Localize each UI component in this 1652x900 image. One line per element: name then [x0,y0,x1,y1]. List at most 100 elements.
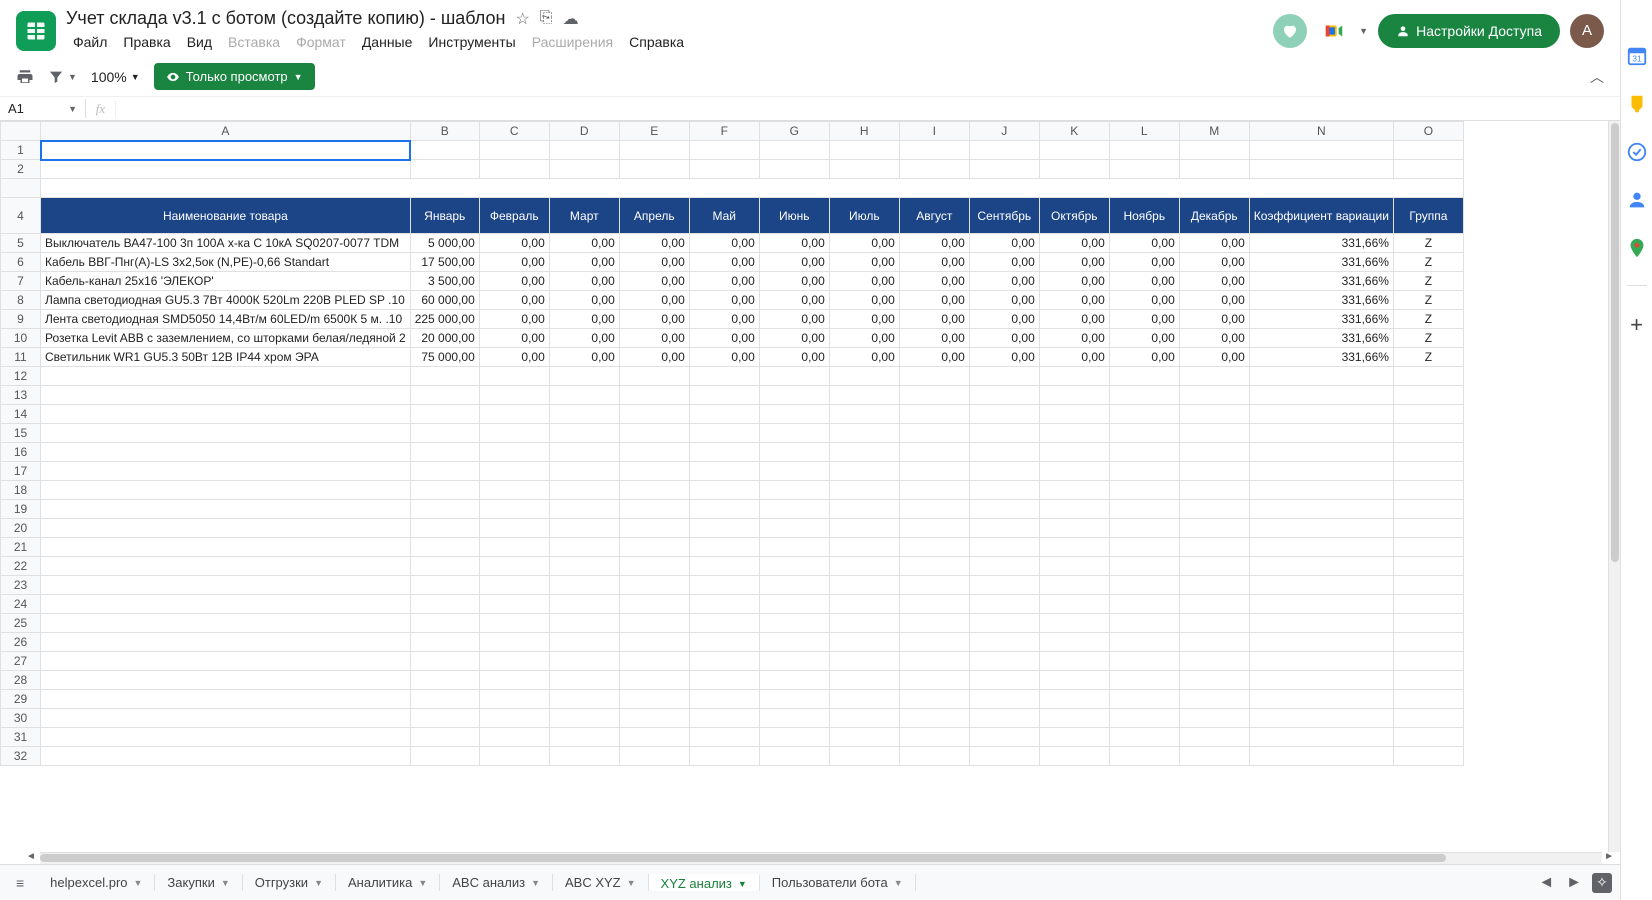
cell[interactable] [1393,519,1463,538]
cell[interactable] [619,462,689,481]
cell[interactable] [899,538,969,557]
cell[interactable] [619,519,689,538]
cell-A1[interactable] [41,141,411,160]
cell[interactable] [1249,671,1393,690]
cell[interactable] [969,614,1039,633]
cell[interactable] [619,405,689,424]
month-value-cell[interactable]: 0,00 [829,329,899,348]
row-header-20[interactable]: 20 [1,519,41,538]
cell[interactable] [689,386,759,405]
col-header-L[interactable]: L [1109,122,1179,141]
cell[interactable] [969,405,1039,424]
cell[interactable] [1249,690,1393,709]
cell[interactable] [1179,633,1249,652]
cell[interactable] [969,633,1039,652]
cell[interactable] [410,405,479,424]
cell[interactable] [899,690,969,709]
cell[interactable] [829,747,899,766]
cell[interactable] [969,500,1039,519]
cell[interactable] [899,405,969,424]
cell[interactable] [1249,500,1393,519]
cell[interactable] [1179,557,1249,576]
month-value-cell[interactable]: 0,00 [1179,272,1249,291]
month-value-cell[interactable]: 0,00 [829,348,899,367]
month-value-cell[interactable]: 0,00 [619,291,689,310]
cell[interactable] [759,576,829,595]
row-header-8[interactable]: 8 [1,291,41,310]
menu-Правка[interactable]: Правка [116,31,177,53]
col-header-D[interactable]: D [549,122,619,141]
cell[interactable] [1249,709,1393,728]
month-value-cell[interactable]: 0,00 [1109,253,1179,272]
coefficient-cell[interactable]: 331,66% [1249,234,1393,253]
row-header-22[interactable]: 22 [1,557,41,576]
menu-Данные[interactable]: Данные [355,31,420,53]
cell[interactable] [1249,576,1393,595]
sheet-tab-dropdown-icon[interactable]: ▼ [418,878,427,888]
cell[interactable] [969,519,1039,538]
formula-input[interactable] [116,97,1620,120]
cell[interactable] [619,481,689,500]
cell[interactable] [549,595,619,614]
table-header-cell[interactable]: Сентябрь [969,198,1039,234]
cell[interactable] [899,367,969,386]
cell[interactable] [969,709,1039,728]
product-name-cell[interactable]: Лампа светодиодная GU5.3 7Вт 4000К 520Lm… [41,291,411,310]
cell[interactable] [759,614,829,633]
group-cell[interactable]: Z [1393,348,1463,367]
cell[interactable] [1179,462,1249,481]
cell[interactable] [549,557,619,576]
cell[interactable] [1109,424,1179,443]
cell[interactable] [549,614,619,633]
cell[interactable] [479,633,549,652]
cell[interactable] [41,519,411,538]
cell[interactable] [1179,500,1249,519]
cell[interactable] [689,671,759,690]
cell[interactable] [759,595,829,614]
table-header-cell[interactable]: Февраль [479,198,549,234]
sheet-tab-dropdown-icon[interactable]: ▼ [738,879,747,889]
cell[interactable] [479,519,549,538]
cell[interactable] [479,690,549,709]
cell[interactable] [759,443,829,462]
month-value-cell[interactable]: 0,00 [969,329,1039,348]
cell[interactable] [549,424,619,443]
cell[interactable] [1249,481,1393,500]
cell[interactable] [829,462,899,481]
cell[interactable] [41,747,411,766]
cell[interactable] [829,576,899,595]
cell[interactable] [1393,557,1463,576]
cell[interactable] [689,690,759,709]
row-header-18[interactable]: 18 [1,481,41,500]
cell[interactable] [689,614,759,633]
month-value-cell[interactable]: 0,00 [619,329,689,348]
cell[interactable] [1109,160,1179,179]
row-header-32[interactable]: 32 [1,747,41,766]
cell[interactable] [549,405,619,424]
cell[interactable] [1109,652,1179,671]
cell[interactable] [549,690,619,709]
cell[interactable] [619,538,689,557]
month-value-cell[interactable]: 0,00 [899,234,969,253]
cell[interactable] [1039,747,1109,766]
cell[interactable] [1393,633,1463,652]
cell[interactable] [899,481,969,500]
cell[interactable] [410,690,479,709]
cell[interactable] [689,728,759,747]
month-value-cell[interactable]: 0,00 [969,253,1039,272]
cell[interactable] [619,160,689,179]
cell[interactable] [1039,462,1109,481]
cell[interactable] [549,576,619,595]
col-header-O[interactable]: O [1393,122,1463,141]
cell[interactable] [41,633,411,652]
cell[interactable] [1039,424,1109,443]
cell[interactable] [689,424,759,443]
month-value-cell[interactable]: 0,00 [1179,310,1249,329]
cell[interactable] [689,538,759,557]
cell[interactable] [479,386,549,405]
month-value-cell[interactable]: 0,00 [899,291,969,310]
month-value-cell[interactable]: 0,00 [549,272,619,291]
month-value-cell[interactable]: 0,00 [829,234,899,253]
cell[interactable] [829,557,899,576]
month-value-cell[interactable]: 0,00 [829,291,899,310]
